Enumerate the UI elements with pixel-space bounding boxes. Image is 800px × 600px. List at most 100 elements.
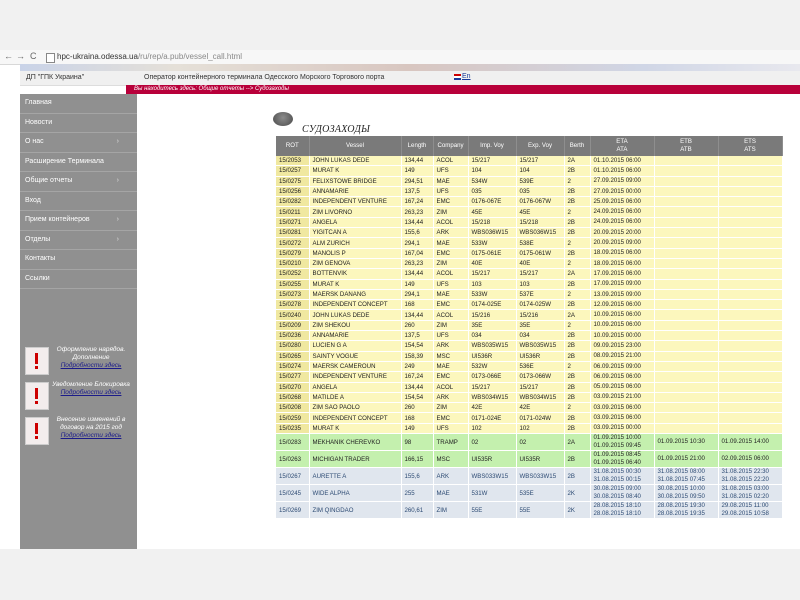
table-row[interactable]: 15/0235 MURAT K 149 UFS 102 102 2B 03.09.2015 0… [276, 423, 783, 435]
cell-eta-ata: 17.09.2015 06:00 [590, 268, 655, 280]
cell-exp: UI536R [516, 351, 565, 362]
url-field[interactable]: hpc-ukraina.odessa.ua/ru/rep/a.pub/vesse… [57, 52, 242, 61]
sidebar-item[interactable]: Новости [20, 114, 137, 133]
sidebar-item[interactable]: Ссылки [20, 270, 137, 289]
cell-ets-ats [718, 371, 783, 383]
notice-details-link[interactable]: Подробности здесь [50, 362, 132, 370]
cell-etb-atb [654, 423, 719, 435]
sidebar-item[interactable]: Главная [20, 94, 137, 114]
back-icon[interactable]: ← [4, 51, 13, 61]
table-row[interactable]: 15/0269 ZIM QINGDAO 260,61 ZIM 55E 55E 2K 28.08… [276, 501, 783, 520]
sidebar-item-label: Отделы [25, 235, 51, 243]
cell-company: ZIM [433, 206, 469, 218]
table-row[interactable]: 15/2053 JOHN LUKAS DEDE 134,44 ACOL 15/217 15… [276, 156, 783, 167]
table-row[interactable]: 15/0265 SAINTY VOGUE 158,39 MSC UI536R UI536R… [276, 351, 783, 362]
table-row[interactable]: 15/0236 ANNAMARIE 137,5 UFS 034 034 2B 10.09.20… [276, 330, 783, 342]
cell-rot: 15/2053 [276, 156, 310, 167]
reload-icon[interactable]: C [30, 51, 37, 61]
table-row[interactable]: 15/0281 YIGITCAN A 155,6 ARK WBS036W15 WBS036… [276, 227, 783, 239]
sidebar-item[interactable]: О нас › [20, 133, 137, 153]
col-rot[interactable]: ROT [276, 136, 310, 156]
table-row[interactable]: 15/0275 FELIXSTOWE BRIDGE 294,51 MAE 534W 539… [276, 176, 783, 187]
cell-ets-ats [718, 402, 783, 414]
table-row[interactable]: 15/0208 ZIM SAO PAOLO 260 ZIM 42E 42E 2 03.09.2… [276, 402, 783, 414]
table-row[interactable]: 15/0280 LUCIEN G A 154,54 ARK WBS035W15 WBS03… [276, 340, 783, 352]
col-eta-ata[interactable]: ETA ATA [590, 136, 655, 156]
cell-vessel: JOHN LUKAS DEDE [309, 156, 402, 167]
cell-berth: 2B [564, 467, 591, 486]
notice-text: Оформление нарядов. Дополнение Подробност… [50, 346, 132, 370]
cell-rot: 15/0245 [276, 484, 310, 503]
table-row[interactable]: 15/0263 MICHIGAN TRADER 166,15 MSC UI535R UI5… [276, 450, 783, 469]
table-body: 15/2053 JOHN LUKAS DEDE 134,44 ACOL 15/217 15… [276, 156, 783, 520]
cell-eta: 17.09.2015 09:00 [593, 280, 641, 288]
table-row[interactable]: 15/0274 MAERSK CAMEROUN 249 MAE 532W 536E 2 06.… [276, 361, 783, 373]
col-berth[interactable]: Berth [564, 136, 591, 156]
cell-etb-atb [654, 258, 719, 270]
table-row[interactable]: 15/0277 INDEPENDENT VENTURE 167,24 EMC 0173-… [276, 371, 783, 383]
sidebar-item[interactable]: Контакты [20, 250, 137, 270]
cell-berth: 2K [564, 501, 591, 520]
table-row[interactable]: 15/0256 ANNAMARIE 137,5 UFS 035 035 2B 27.09.20… [276, 186, 783, 198]
cell-eta-ata: 01.09.2015 08:45 01.09.2015 06:40 [590, 450, 655, 469]
table-row[interactable]: 15/0270 ANGELA 134,44 ACOL 15/217 15/217 2B 05.… [276, 382, 783, 393]
cell-rot: 15/0208 [276, 402, 310, 414]
table-row[interactable]: 15/0279 MANOLIS P 167,04 EMC 0175-061E 0175-0… [276, 248, 783, 259]
cell-company: UFS [433, 186, 469, 198]
cell-rot: 15/0259 [276, 412, 310, 424]
cell-rot: 15/0272 [276, 237, 310, 249]
cell-vessel: INDEPENDENT CONCEPT [309, 299, 402, 311]
cell-rot: 15/0240 [276, 309, 310, 321]
col-etb-atb[interactable]: ETB ATB [654, 136, 719, 156]
table-row[interactable]: 15/0209 ZIM SHEKOU 260 ZIM 35E 35E 2 10.09.2015… [276, 320, 783, 332]
sidebar-item[interactable]: Отделы › [20, 231, 137, 250]
cell-etb-atb [654, 382, 719, 393]
sidebar-item[interactable]: Вход [20, 192, 137, 211]
table-row[interactable]: 15/0283 MEKHANIK CHEREVKO 98 TRAMP 02 02 2A 01.… [276, 433, 783, 452]
cell-berth: 2 [564, 320, 591, 332]
table-row[interactable]: 15/0252 BOTTENVIK 134,44 ACOL 15/217 15/217 2A… [276, 268, 783, 280]
sidebar-item[interactable]: Прием контейнеров › [20, 211, 137, 231]
cell-atb: 30.08.2015 09:50 [657, 493, 705, 501]
cell-etb-atb [654, 361, 719, 373]
table-row[interactable]: 15/0211 ZIM LIVORNO 263,23 ZIM 45E 45E 2 24.09.… [276, 206, 783, 218]
cell-exp: WBS034W15 [516, 392, 565, 404]
table-row[interactable]: 15/0271 ANGELA 134,44 ACOL 15/218 15/218 2B 24.… [276, 217, 783, 229]
table-row[interactable]: 15/0273 MAERSK DANANG 294,1 MAE 533W 537E 2 13.… [276, 289, 783, 301]
col-company[interactable]: Company [433, 136, 469, 156]
table-row[interactable]: 15/0210 ZIM GENOVA 263,23 ZIM 40E 40E 2 18.09.2… [276, 258, 783, 270]
cell-exp: 0171-024W [516, 412, 565, 424]
forward-icon[interactable]: → [16, 51, 25, 61]
table-row[interactable]: 15/0268 MATILDE A 154,54 ARK WBS034W15 WBS034… [276, 392, 783, 404]
col-imp-voy[interactable]: Imp. Voy [468, 136, 517, 156]
cell-vessel: MATILDE A [309, 392, 402, 404]
sidebar-item[interactable]: Общие отчеты › [20, 172, 137, 192]
col-exp-voy[interactable]: Exp. Voy [516, 136, 565, 156]
table-row[interactable]: 15/0272 ALM ZURICH 294,1 MAE 533W 538E 2 20.09.… [276, 237, 783, 249]
cell-berth: 2B [564, 330, 591, 342]
cell-rot: 15/0252 [276, 268, 310, 280]
cell-etb-atb [654, 340, 719, 352]
cell-rot: 15/0282 [276, 196, 310, 208]
notice-details-link[interactable]: Подробности здесь [50, 432, 132, 440]
table-row[interactable]: 15/0245 WIDE ALPHA 255 MAE 531W 535E 2K 30.08.2… [276, 484, 783, 503]
cell-length: 134,44 [401, 382, 434, 393]
cell-company: ACOL [433, 156, 469, 167]
chevron-right-icon: › [116, 177, 119, 184]
col-ets-ats[interactable]: ETS ATS [718, 136, 783, 156]
chevron-right-icon: › [116, 235, 119, 243]
table-row[interactable]: 15/0267 AURETTE A 155,6 ARK WBS033W15 WBS033W… [276, 467, 783, 486]
cell-berth: 2B [564, 217, 591, 229]
table-row[interactable]: 15/0257 MURAT K 149 UFS 104 104 2B 01.10.2015 0… [276, 165, 783, 177]
col-length[interactable]: Length [401, 136, 434, 156]
table-row[interactable]: 15/0282 INDEPENDENT VENTURE 167,24 EMC 0176-… [276, 196, 783, 208]
notice-details-link[interactable]: Подробности здесь [50, 389, 132, 397]
language-link[interactable]: En [462, 73, 471, 80]
table-row[interactable]: 15/0278 INDEPENDENT CONCEPT 168 EMC 0174-025… [276, 299, 783, 311]
table-row[interactable]: 15/0259 INDEPENDENT CONCEPT 168 EMC 0171-024… [276, 412, 783, 424]
col-vessel[interactable]: Vessel [309, 136, 402, 156]
sidebar-item[interactable]: Расширение Терминала [20, 153, 137, 172]
cell-ata: 01.09.2015 06:40 [593, 459, 641, 467]
table-row[interactable]: 15/0240 JOHN LUKAS DEDE 134,44 ACOL 15/216 15… [276, 309, 783, 321]
table-row[interactable]: 15/0255 MURAT K 149 UFS 103 103 2B 17.09.2015 0… [276, 279, 783, 290]
